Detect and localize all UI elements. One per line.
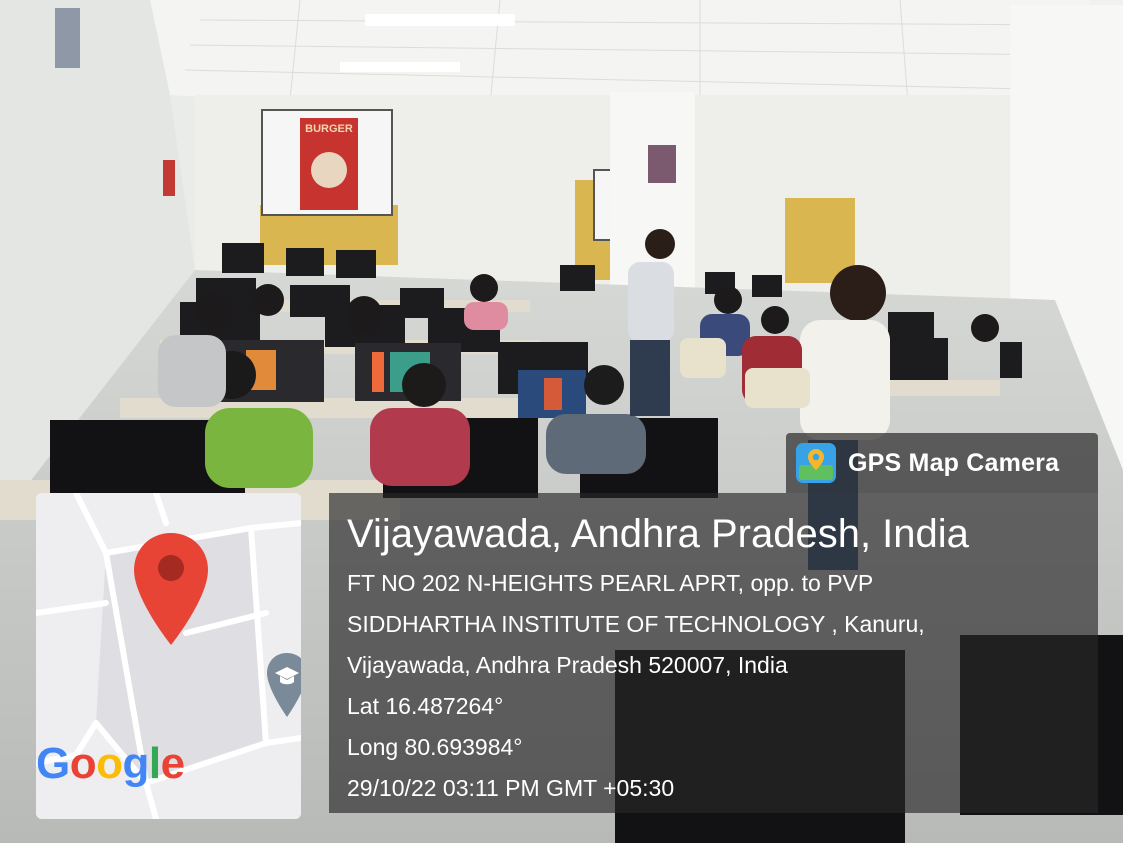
google-letter: o <box>69 739 97 788</box>
google-letter: e <box>160 739 185 788</box>
location-title: Vijayawada, Andhra Pradesh, India <box>347 512 969 556</box>
gps-camera-title: GPS Map Camera <box>848 448 1060 477</box>
address-line: Vijayawada, Andhra Pradesh 520007, India <box>347 652 788 678</box>
google-letter: G <box>36 739 70 788</box>
location-pin-icon <box>134 533 208 645</box>
location-info-panel: Vijayawada, Andhra Pradesh, India FT NO … <box>329 493 1098 813</box>
map-camera-icon <box>796 443 836 483</box>
address-line: SIDDHARTHA INSTITUTE OF TECHNOLOGY , Kan… <box>347 611 925 637</box>
google-letter: o <box>96 739 123 788</box>
latitude: Lat 16.487264° <box>347 693 504 719</box>
timestamp: 29/10/22 03:11 PM GMT +05:30 <box>347 775 675 801</box>
address-line: FT NO 202 N-HEIGHTS PEARL APRT, opp. to … <box>347 570 874 596</box>
google-letter: l <box>148 739 161 788</box>
map-thumbnail: Google <box>36 493 301 819</box>
projector-text: BURGER <box>305 123 353 135</box>
gps-camera-tag: GPS Map Camera <box>786 433 1098 493</box>
lab-photo: BURGER GPS Map Camera Vijayawada, Andhra… <box>0 0 1123 843</box>
education-icon <box>267 653 301 717</box>
google-letter: g <box>122 739 150 788</box>
google-logo: Google <box>36 739 185 789</box>
longitude: Long 80.693984° <box>347 734 523 760</box>
